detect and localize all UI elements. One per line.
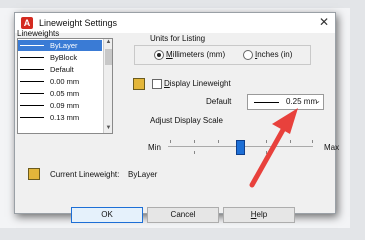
annotation-arrow-icon	[249, 108, 298, 188]
